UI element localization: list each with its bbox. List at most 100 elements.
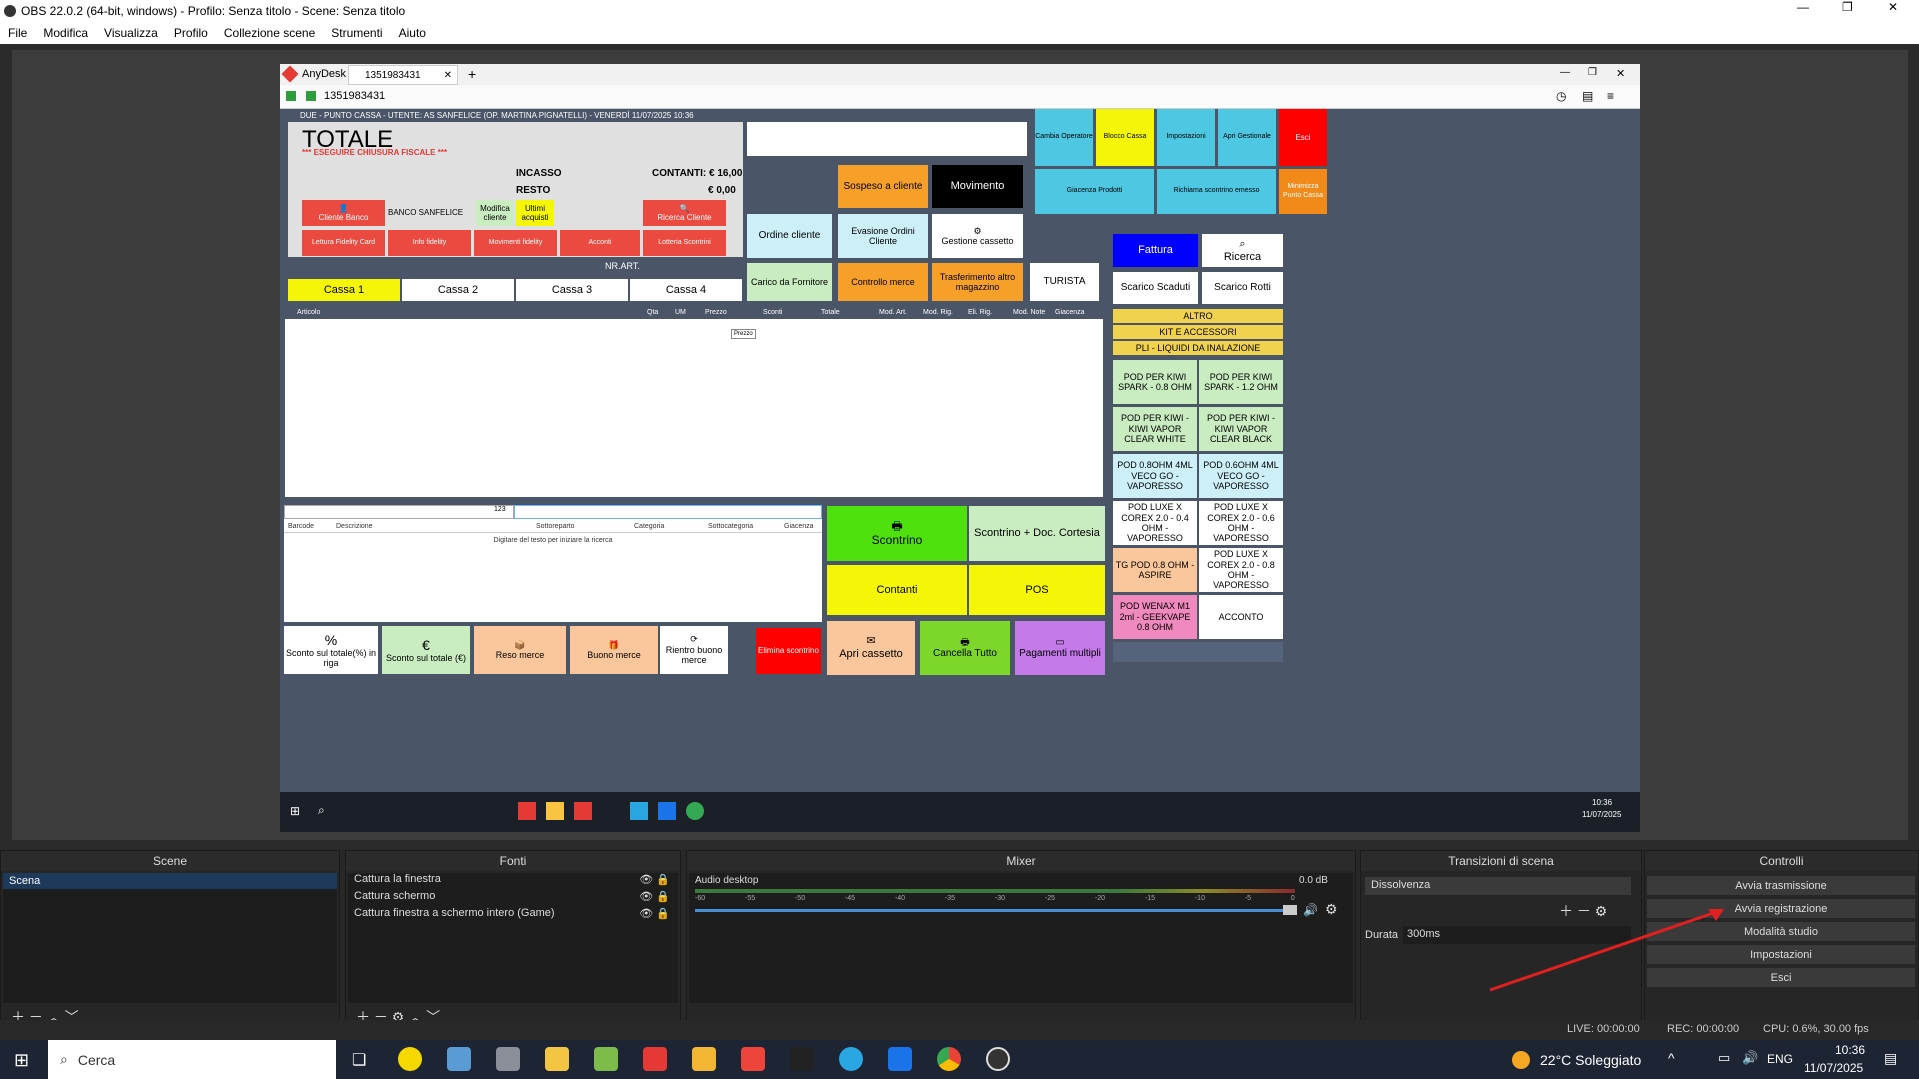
remote-start-icon[interactable]: ⊞ — [290, 804, 300, 818]
controllo-merce-button[interactable]: Controllo merce — [838, 263, 928, 301]
scarico-rotti-button[interactable]: Scarico Rotti — [1202, 272, 1283, 304]
remote-app-icon[interactable] — [658, 802, 676, 820]
scontrino-cortesia-button[interactable]: Scontrino + Doc. Cortesia — [969, 506, 1105, 561]
scene-item[interactable]: Scena — [3, 873, 337, 889]
close-icon[interactable]: ✕ — [1888, 0, 1898, 14]
modifica-cliente-button[interactable]: Modifica cliente — [476, 200, 514, 226]
reso-merce-button[interactable]: 📦 Reso merce — [474, 626, 566, 674]
start-icon[interactable]: ⊞ — [14, 1050, 29, 1071]
ad-close-icon[interactable]: ✕ — [1616, 67, 1625, 80]
product-tile[interactable]: POD PER KIWI SPARK - 1.2 OHM — [1199, 360, 1283, 404]
items-grid[interactable]: Articolo Qta UM Prezzo Sconti Totale Mod… — [285, 307, 1103, 497]
volume-icon[interactable]: 🔊 — [1742, 1050, 1758, 1066]
clock-time[interactable]: 10:36 — [1835, 1043, 1865, 1057]
taskbar-app-icon[interactable] — [496, 1047, 520, 1071]
start-streaming-button[interactable]: Avvia trasmissione — [1647, 876, 1915, 895]
scarico-scaduti-button[interactable]: Scarico Scaduti — [1113, 272, 1198, 304]
pos-button[interactable]: POS — [969, 565, 1105, 615]
remote-app-icon[interactable] — [686, 802, 704, 820]
menu-icon[interactable]: ≡ — [1607, 89, 1614, 103]
remote-app-icon[interactable] — [630, 802, 648, 820]
source-item[interactable]: Cattura schermo 👁 🔒 — [348, 890, 678, 907]
ad-restore-icon[interactable]: ❐ — [1588, 67, 1597, 78]
barcode-icon[interactable]: 123 — [494, 506, 506, 513]
apri-cassetto-button[interactable]: ✉ Apri cassetto — [827, 621, 915, 675]
volume-slider-handle[interactable] — [1283, 905, 1297, 915]
product-tile[interactable]: POD 0.6OHM 4ML VECO GO - VAPORESSO — [1199, 454, 1283, 498]
remote-search-icon[interactable]: ⌕ — [318, 803, 325, 818]
menu-aiuto[interactable]: Aiuto — [391, 26, 434, 40]
tray-chevron-icon[interactable]: ^ — [1668, 1050, 1675, 1066]
menu-file[interactable]: File — [0, 26, 35, 40]
anydesk-icon[interactable] — [741, 1047, 765, 1071]
weather-text[interactable]: 22°C Soleggiato — [1540, 1052, 1641, 1068]
visibility-icon[interactable]: 👁 🔒 — [639, 873, 670, 890]
pagamenti-multipli-button[interactable]: ▭ Pagamenti multipli — [1015, 621, 1105, 675]
menu-modifica[interactable]: Modifica — [35, 26, 96, 40]
task-view-icon[interactable]: ❏ — [352, 1050, 366, 1070]
taskbar-app-icon[interactable] — [643, 1047, 667, 1071]
fattura-button[interactable]: Fattura — [1113, 234, 1198, 267]
visibility-icon[interactable]: 👁 🔒 — [639, 890, 670, 907]
blocco-cassa-button[interactable]: Blocco Cassa — [1096, 109, 1154, 166]
cancella-tutto-button[interactable]: 🖶 Cancella Tutto — [920, 621, 1010, 675]
gear-icon[interactable]: ⚙ — [1325, 901, 1338, 918]
movimento-button[interactable]: Movimento — [932, 165, 1023, 208]
menu-collezione[interactable]: Collezione scene — [216, 26, 323, 40]
esci-pos-button[interactable]: Esci — [1279, 109, 1327, 166]
acconti-button[interactable]: Acconti — [560, 230, 640, 256]
turista-button[interactable]: TURISTA — [1030, 263, 1099, 301]
maximize-icon[interactable]: ❐ — [1842, 0, 1853, 14]
ordine-cliente-button[interactable]: Ordine cliente — [747, 214, 832, 258]
movimenti-fidelity-button[interactable]: Movimenti fidelity — [474, 230, 557, 256]
remote-app-icon[interactable] — [546, 802, 564, 820]
menu-strumenti[interactable]: Strumenti — [323, 26, 390, 40]
evasione-ordini-button[interactable]: Evasione Ordini Cliente — [838, 214, 928, 258]
file-icon[interactable]: ▤ — [1582, 89, 1593, 103]
outlook-icon[interactable] — [888, 1047, 912, 1071]
anydesk-tab[interactable]: 1351983431 ✕ — [348, 65, 458, 85]
tab-close-icon[interactable]: ✕ — [444, 70, 452, 81]
description-search-input[interactable] — [514, 505, 822, 519]
language-indicator[interactable]: ENG — [1767, 1052, 1793, 1066]
new-tab-icon[interactable]: + — [468, 66, 476, 82]
giacenza-button[interactable]: Giacenza Prodotti — [1035, 169, 1154, 214]
taskbar-app-icon[interactable] — [594, 1047, 618, 1071]
chrome-icon[interactable] — [937, 1047, 961, 1071]
product-tile[interactable]: TG POD 0.8 OHM - ASPIRE — [1113, 548, 1197, 592]
cassa-4-tab[interactable]: Cassa 4 — [630, 279, 742, 301]
speaker-icon[interactable]: 🔊 — [1303, 903, 1318, 917]
product-tile[interactable]: POD WENAX M1 2ml - GEEKVAPE 0.8 OHM — [1113, 595, 1197, 639]
product-tile[interactable]: POD PER KIWI - KIWI VAPOR CLEAR BLACK — [1199, 407, 1283, 451]
remote-app-icon[interactable] — [518, 802, 536, 820]
impostazioni-button[interactable]: Impostazioni — [1157, 109, 1215, 166]
source-item[interactable]: Cattura la finestra 👁 🔒 — [348, 873, 678, 890]
product-tile[interactable]: POD PER KIWI SPARK - 0.8 OHM — [1113, 360, 1197, 404]
cliente-banco-button[interactable]: 👤 Cliente Banco — [302, 200, 385, 226]
barcode-input[interactable] — [284, 505, 514, 519]
cambia-operatore-button[interactable]: Cambia Operatore — [1035, 109, 1093, 166]
buono-merce-button[interactable]: 🎁 Buono merce — [570, 626, 658, 674]
ricerca-cliente-button[interactable]: 🔍 Ricerca Cliente — [643, 200, 726, 226]
trasferimento-button[interactable]: Trasferimento altro magazzino — [932, 263, 1023, 301]
history-icon[interactable]: ◷ — [1556, 89, 1566, 103]
visibility-icon[interactable]: 👁 🔒 — [639, 907, 670, 924]
category-pli[interactable]: PLI - LIQUIDI DA INALAZIONE — [1113, 341, 1283, 355]
address-field[interactable]: 1351983431 — [324, 90, 524, 102]
sconto-eur-button[interactable]: € Sconto sul totale (€) — [382, 626, 470, 674]
obs-icon[interactable] — [986, 1047, 1010, 1071]
carico-fornitore-button[interactable]: Carico da Fornitore — [747, 263, 832, 301]
product-tile[interactable]: POD PER KIWI - KIWI VAPOR CLEAR WHITE — [1113, 407, 1197, 451]
lettura-fidelity-button[interactable]: Lettura Fidelity Card — [302, 230, 385, 256]
clock-date[interactable]: 11/07/2025 — [1804, 1061, 1863, 1075]
taskbar-app-icon[interactable] — [545, 1047, 569, 1071]
apri-gestionale-button[interactable]: Apri Gestionale — [1218, 109, 1276, 166]
product-tile[interactable]: ACCONTO — [1199, 595, 1283, 639]
volume-slider[interactable] — [695, 909, 1283, 912]
gestione-cassetto-button[interactable]: ⚙ Gestione cassetto — [932, 214, 1023, 258]
category-altro[interactable]: ALTRO — [1113, 309, 1283, 323]
network-icon[interactable]: ▭ — [1718, 1050, 1730, 1066]
elimina-scontrino-button[interactable]: Elimina scontrino — [756, 628, 821, 674]
ad-minimize-icon[interactable]: — — [1560, 67, 1570, 78]
scontrino-button[interactable]: 🖶 Scontrino — [827, 506, 967, 561]
